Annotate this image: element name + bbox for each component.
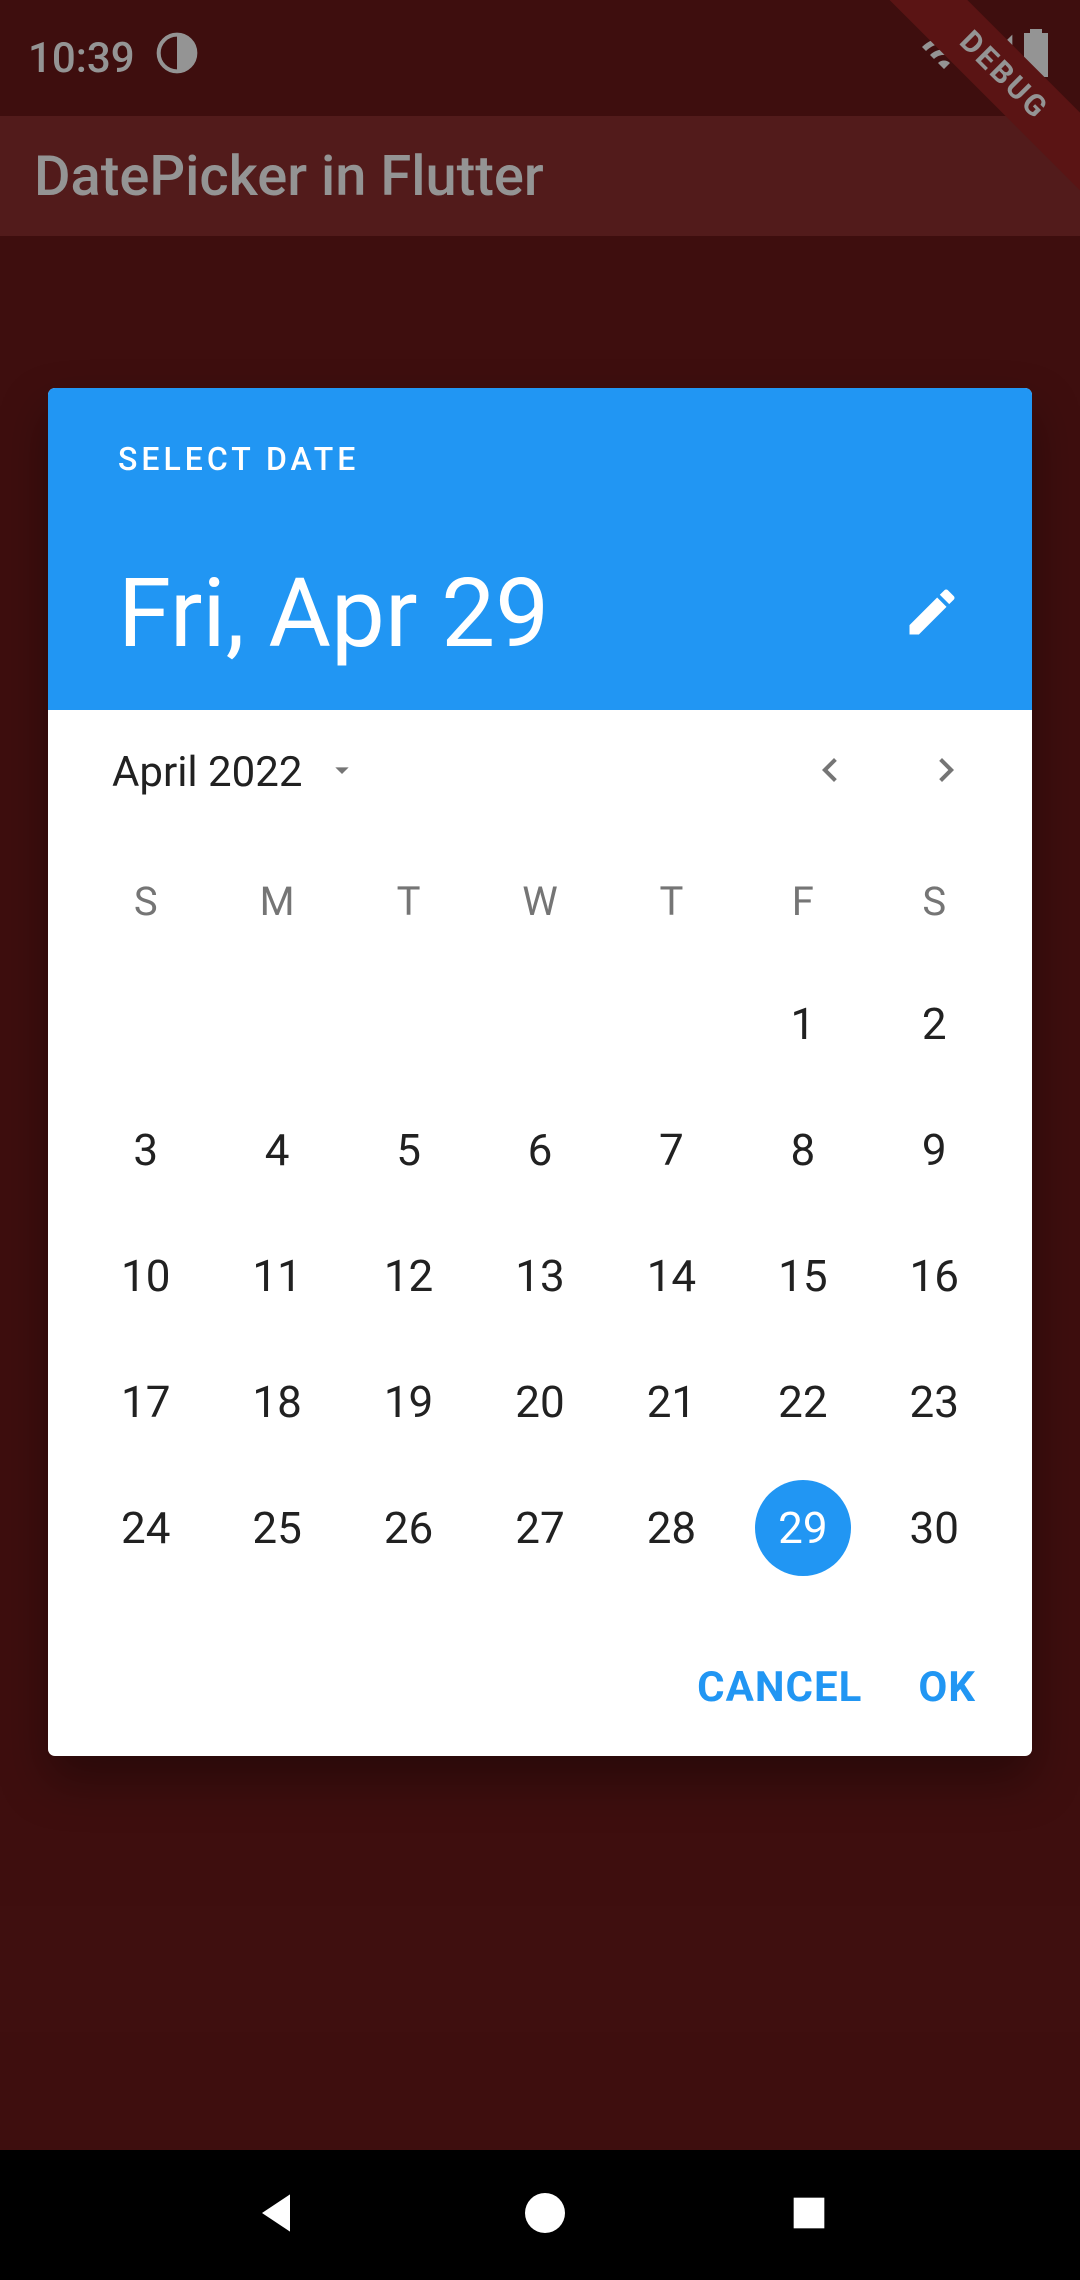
calendar-cell: 28 <box>606 1465 737 1591</box>
calendar-grid: SMTWTFS123456789101112131415161718192021… <box>48 834 1032 1631</box>
calendar-day[interactable]: 2 <box>886 976 982 1072</box>
day-of-week-header: S <box>80 854 211 961</box>
calendar-cell: 26 <box>343 1465 474 1591</box>
calendar-day[interactable]: 4 <box>229 1102 325 1198</box>
calendar-cell: 16 <box>869 1213 1000 1339</box>
calendar-empty-cell <box>343 961 474 1087</box>
calendar-cell: 29 <box>737 1465 868 1591</box>
calendar-cell: 22 <box>737 1339 868 1465</box>
datepicker-month-row: April 2022 <box>48 710 1032 834</box>
calendar-day[interactable]: 22 <box>755 1354 851 1450</box>
calendar-empty-cell <box>606 961 737 1087</box>
calendar-day[interactable]: 14 <box>623 1228 719 1324</box>
calendar-day[interactable]: 28 <box>623 1480 719 1576</box>
prev-month-button[interactable] <box>794 736 866 808</box>
calendar-day[interactable]: 16 <box>886 1228 982 1324</box>
calendar-day[interactable]: 1 <box>755 976 851 1072</box>
calendar-cell: 20 <box>474 1339 605 1465</box>
day-of-week-header: M <box>211 854 342 961</box>
calendar-day[interactable]: 30 <box>886 1480 982 1576</box>
calendar-cell: 4 <box>211 1087 342 1213</box>
calendar-cell: 23 <box>869 1339 1000 1465</box>
calendar-day[interactable]: 18 <box>229 1354 325 1450</box>
calendar-day[interactable]: 7 <box>623 1102 719 1198</box>
calendar-day[interactable]: 19 <box>361 1354 457 1450</box>
calendar-day[interactable]: 24 <box>98 1480 194 1576</box>
day-of-week-header: T <box>343 854 474 961</box>
calendar-cell: 14 <box>606 1213 737 1339</box>
calendar-cell: 18 <box>211 1339 342 1465</box>
calendar-day[interactable]: 25 <box>229 1480 325 1576</box>
calendar-day[interactable]: 26 <box>361 1480 457 1576</box>
next-month-button[interactable] <box>910 736 982 808</box>
chevron-right-icon <box>922 746 970 798</box>
calendar-empty-cell <box>211 961 342 1087</box>
calendar-day[interactable]: 29 <box>755 1480 851 1576</box>
calendar-day[interactable]: 27 <box>492 1480 588 1576</box>
calendar-day[interactable]: 20 <box>492 1354 588 1450</box>
dropdown-icon <box>326 748 358 797</box>
edit-icon[interactable] <box>902 582 962 646</box>
calendar-day[interactable]: 15 <box>755 1228 851 1324</box>
nav-back-button[interactable] <box>248 2185 304 2245</box>
calendar-cell: 7 <box>606 1087 737 1213</box>
month-label: April 2022 <box>112 748 302 797</box>
month-nav <box>794 736 1002 808</box>
calendar-cell: 19 <box>343 1339 474 1465</box>
calendar-day[interactable]: 11 <box>229 1228 325 1324</box>
calendar-cell: 5 <box>343 1087 474 1213</box>
ok-button[interactable]: OK <box>918 1663 976 1712</box>
day-of-week-header: S <box>869 854 1000 961</box>
chevron-left-icon <box>806 746 854 798</box>
calendar-empty-cell <box>80 961 211 1087</box>
calendar-cell: 27 <box>474 1465 605 1591</box>
calendar-cell: 2 <box>869 961 1000 1087</box>
calendar-cell: 21 <box>606 1339 737 1465</box>
calendar-day[interactable]: 21 <box>623 1354 719 1450</box>
calendar-cell: 11 <box>211 1213 342 1339</box>
android-nav-bar <box>0 2150 1080 2280</box>
day-of-week-header: W <box>474 854 605 961</box>
datepicker-selected-date-title: Fri, Apr 29 <box>118 558 549 670</box>
calendar-cell: 25 <box>211 1465 342 1591</box>
calendar-cell: 3 <box>80 1087 211 1213</box>
calendar-cell: 6 <box>474 1087 605 1213</box>
calendar-cell: 24 <box>80 1465 211 1591</box>
dialog-actions: CANCEL OK <box>48 1631 1032 1756</box>
calendar-day[interactable]: 9 <box>886 1102 982 1198</box>
calendar-cell: 12 <box>343 1213 474 1339</box>
calendar-day[interactable]: 23 <box>886 1354 982 1450</box>
datepicker-title-row: Fri, Apr 29 <box>118 558 962 670</box>
calendar-cell: 15 <box>737 1213 868 1339</box>
nav-home-button[interactable] <box>521 2189 569 2241</box>
calendar-cell: 17 <box>80 1339 211 1465</box>
calendar-day[interactable]: 13 <box>492 1228 588 1324</box>
calendar-day[interactable]: 10 <box>98 1228 194 1324</box>
day-of-week-header: T <box>606 854 737 961</box>
calendar-day[interactable]: 8 <box>755 1102 851 1198</box>
day-of-week-header: F <box>737 854 868 961</box>
calendar-cell: 1 <box>737 961 868 1087</box>
calendar-day[interactable]: 5 <box>361 1102 457 1198</box>
datepicker-dialog: SELECT DATE Fri, Apr 29 April 2022 <box>48 388 1032 1756</box>
calendar-day[interactable]: 12 <box>361 1228 457 1324</box>
calendar-day[interactable]: 17 <box>98 1354 194 1450</box>
datepicker-header: SELECT DATE Fri, Apr 29 <box>48 388 1032 710</box>
calendar-day[interactable]: 3 <box>98 1102 194 1198</box>
datepicker-supertitle: SELECT DATE <box>118 440 962 478</box>
calendar-day[interactable]: 6 <box>492 1102 588 1198</box>
calendar-empty-cell <box>474 961 605 1087</box>
month-selector-button[interactable]: April 2022 <box>112 748 358 797</box>
calendar-cell: 10 <box>80 1213 211 1339</box>
calendar-cell: 30 <box>869 1465 1000 1591</box>
calendar-cell: 13 <box>474 1213 605 1339</box>
cancel-button[interactable]: CANCEL <box>697 1663 862 1712</box>
nav-recents-button[interactable] <box>786 2190 832 2240</box>
calendar-cell: 9 <box>869 1087 1000 1213</box>
calendar-cell: 8 <box>737 1087 868 1213</box>
